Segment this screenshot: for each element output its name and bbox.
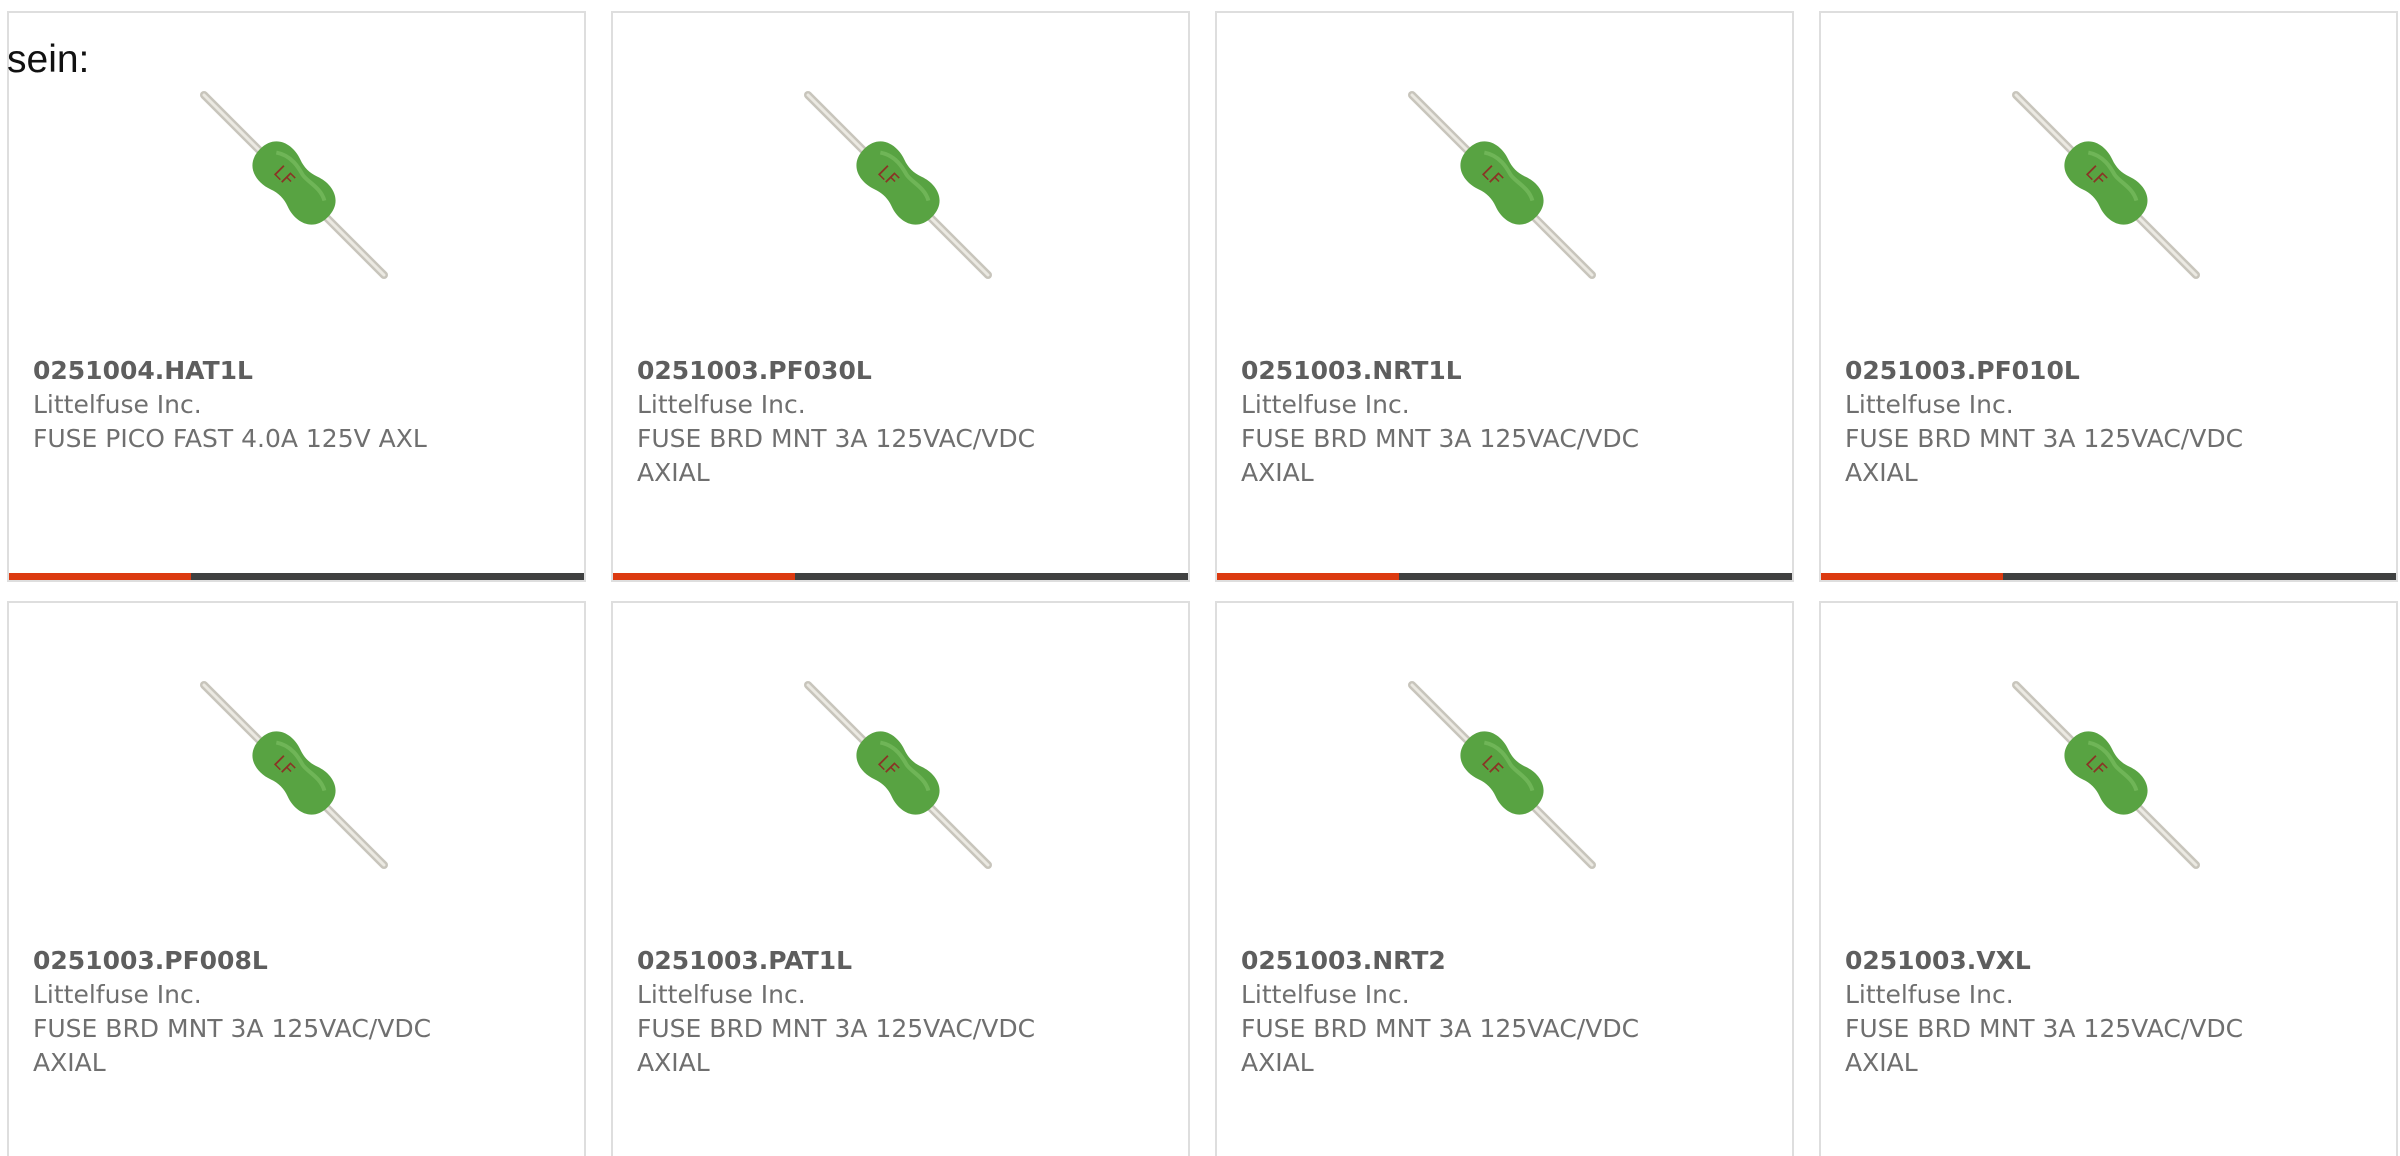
axial-fuse-icon: LF — [1408, 681, 1596, 869]
card-progress-accent — [1821, 573, 2003, 580]
axial-fuse-icon: LF — [200, 91, 388, 279]
product-description: FUSE BRD MNT 3A 125VAC/VDC AXIAL — [1845, 1014, 2244, 1077]
product-info: 0251003.VXL Littelfuse Inc. FUSE BRD MNT… — [1845, 944, 2365, 1080]
part-number-link[interactable]: 0251003.PAT1L — [637, 944, 1157, 978]
manufacturer-name: Littelfuse Inc. — [33, 390, 202, 419]
manufacturer-name: Littelfuse Inc. — [1241, 390, 1410, 419]
product-card[interactable]: LF 0251003.PF030L Littelfuse Inc. FUSE B… — [611, 11, 1190, 582]
manufacturer-name: Littelfuse Inc. — [1845, 980, 2014, 1009]
manufacturer-name: Littelfuse Inc. — [1845, 390, 2014, 419]
axial-fuse-icon: LF — [1408, 91, 1596, 279]
part-number-link[interactable]: 0251003.PF030L — [637, 354, 1157, 388]
manufacturer-name: Littelfuse Inc. — [637, 390, 806, 419]
part-number-link[interactable]: 0251003.NRT1L — [1241, 354, 1761, 388]
product-description: FUSE BRD MNT 3A 125VAC/VDC AXIAL — [1845, 424, 2244, 487]
manufacturer-name: Littelfuse Inc. — [1241, 980, 1410, 1009]
product-description: FUSE PICO FAST 4.0A 125V AXL — [33, 424, 427, 453]
product-card[interactable]: LF 0251003.PAT1L Littelfuse Inc. FUSE BR… — [611, 601, 1190, 1156]
product-info: 0251003.PF010L Littelfuse Inc. FUSE BRD … — [1845, 354, 2365, 490]
axial-fuse-icon: LF — [200, 681, 388, 869]
card-progress-accent — [9, 573, 191, 580]
product-card[interactable]: LF 0251003.NRT1L Littelfuse Inc. FUSE BR… — [1215, 11, 1794, 582]
product-card[interactable]: LF 0251004.HAT1L Littelfuse Inc. FUSE PI… — [7, 11, 586, 582]
product-info: 0251003.PF030L Littelfuse Inc. FUSE BRD … — [637, 354, 1157, 490]
axial-fuse-icon: LF — [804, 681, 992, 869]
product-info: 0251004.HAT1L Littelfuse Inc. FUSE PICO … — [33, 354, 553, 456]
product-card[interactable]: LF 0251003.PF010L Littelfuse Inc. FUSE B… — [1819, 11, 2398, 582]
product-info: 0251003.NRT1L Littelfuse Inc. FUSE BRD M… — [1241, 354, 1761, 490]
manufacturer-name: Littelfuse Inc. — [637, 980, 806, 1009]
part-number-link[interactable]: 0251003.PF010L — [1845, 354, 2365, 388]
product-description: FUSE BRD MNT 3A 125VAC/VDC AXIAL — [1241, 424, 1640, 487]
card-progress-bar — [1821, 573, 2396, 580]
product-description: FUSE BRD MNT 3A 125VAC/VDC AXIAL — [33, 1014, 432, 1077]
part-number-link[interactable]: 0251003.NRT2 — [1241, 944, 1761, 978]
product-info: 0251003.PAT1L Littelfuse Inc. FUSE BRD M… — [637, 944, 1157, 1080]
axial-fuse-icon: LF — [804, 91, 992, 279]
part-number-link[interactable]: 0251003.VXL — [1845, 944, 2365, 978]
manufacturer-name: Littelfuse Inc. — [33, 980, 202, 1009]
page-heading: sein: — [7, 38, 90, 81]
card-progress-bar — [613, 573, 1188, 580]
product-card[interactable]: LF 0251003.PF008L Littelfuse Inc. FUSE B… — [7, 601, 586, 1156]
card-progress-bar — [9, 573, 584, 580]
part-number-link[interactable]: 0251004.HAT1L — [33, 354, 553, 388]
product-description: FUSE BRD MNT 3A 125VAC/VDC AXIAL — [637, 424, 1036, 487]
product-info: 0251003.PF008L Littelfuse Inc. FUSE BRD … — [33, 944, 553, 1080]
product-description: FUSE BRD MNT 3A 125VAC/VDC AXIAL — [1241, 1014, 1640, 1077]
product-card[interactable]: LF 0251003.VXL Littelfuse Inc. FUSE BRD … — [1819, 601, 2398, 1156]
axial-fuse-icon: LF — [2012, 681, 2200, 869]
product-description: FUSE BRD MNT 3A 125VAC/VDC AXIAL — [637, 1014, 1036, 1077]
card-progress-accent — [613, 573, 795, 580]
product-info: 0251003.NRT2 Littelfuse Inc. FUSE BRD MN… — [1241, 944, 1761, 1080]
card-progress-bar — [1217, 573, 1792, 580]
card-progress-accent — [1217, 573, 1399, 580]
axial-fuse-icon: LF — [2012, 91, 2200, 279]
part-number-link[interactable]: 0251003.PF008L — [33, 944, 553, 978]
product-card[interactable]: LF 0251003.NRT2 Littelfuse Inc. FUSE BRD… — [1215, 601, 1794, 1156]
